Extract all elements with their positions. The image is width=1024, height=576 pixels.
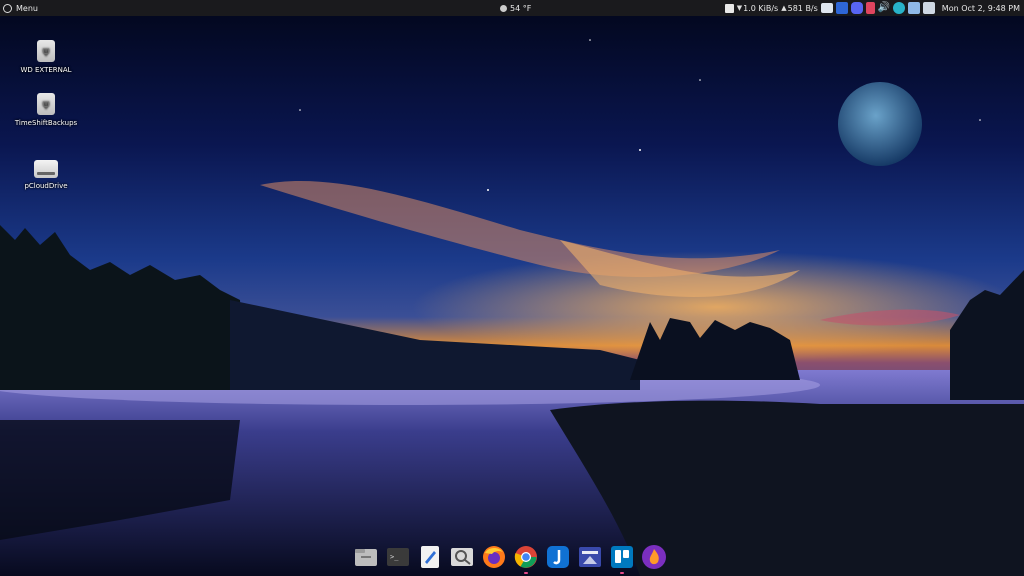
hard-drive-icon bbox=[34, 160, 58, 178]
weather-applet[interactable]: 54 °F bbox=[500, 0, 531, 16]
running-indicator bbox=[524, 572, 528, 574]
usb-drive-icon: ψ bbox=[37, 93, 55, 115]
discord-icon[interactable] bbox=[850, 2, 863, 14]
menu-label: Menu bbox=[16, 3, 38, 13]
network-icon[interactable] bbox=[907, 2, 920, 14]
terminal-icon: >_ bbox=[387, 548, 409, 566]
desktop-icon-wd-external[interactable]: ψ WD EXTERNAL bbox=[6, 40, 86, 74]
wallpaper bbox=[0, 0, 1024, 576]
joplin-icon bbox=[547, 546, 569, 568]
desktop-icon-label: TimeShiftBackups bbox=[14, 119, 78, 127]
desktop[interactable]: Menu 54 °F ▼ 1.0 KiB/s ▲ 581 B/s 🔊 Mon O… bbox=[0, 0, 1024, 576]
dock-files[interactable] bbox=[352, 543, 380, 571]
dock-chrome[interactable] bbox=[512, 543, 540, 574]
dock-trello[interactable] bbox=[608, 543, 636, 574]
text-editor-icon bbox=[421, 546, 439, 568]
dock-text-editor[interactable] bbox=[416, 543, 444, 571]
image-viewer-icon bbox=[451, 548, 473, 566]
weather-icon bbox=[500, 4, 507, 12]
trello-icon bbox=[611, 546, 633, 568]
chrome-icon bbox=[514, 546, 537, 568]
download-arrow-icon: ▼ bbox=[736, 4, 743, 12]
weather-text: 54 °F bbox=[510, 3, 532, 13]
firefox-icon bbox=[483, 546, 505, 568]
menu-button[interactable]: Menu bbox=[0, 0, 38, 16]
usb-drive-icon: ψ bbox=[37, 40, 55, 62]
updates-icon[interactable] bbox=[922, 2, 935, 14]
download-speed-text: 1.0 KiB/s bbox=[743, 3, 779, 13]
top-panel: Menu 54 °F ▼ 1.0 KiB/s ▲ 581 B/s 🔊 Mon O… bbox=[0, 0, 1024, 16]
dock: >_ bbox=[352, 543, 668, 574]
flame-app-icon bbox=[642, 545, 666, 569]
desktop-icon-label: pCloudDrive bbox=[24, 182, 68, 190]
upload-speed-text: 581 B/s bbox=[787, 3, 818, 13]
network-speed-download[interactable]: ▼ 1.0 KiB/s bbox=[737, 4, 778, 13]
volume-icon[interactable]: 🔊 bbox=[878, 2, 890, 14]
files-icon bbox=[355, 549, 377, 566]
scanner-icon bbox=[579, 547, 601, 567]
dock-image-viewer[interactable] bbox=[448, 543, 476, 571]
network-speed-upload[interactable]: ▲ 581 B/s bbox=[781, 4, 818, 13]
running-indicator bbox=[620, 572, 624, 574]
dock-joplin[interactable] bbox=[544, 543, 572, 571]
dock-firefox[interactable] bbox=[480, 543, 508, 571]
flameshot-icon[interactable] bbox=[865, 2, 875, 14]
dock-terminal[interactable]: >_ bbox=[384, 543, 412, 571]
svg-text:>_: >_ bbox=[390, 553, 399, 561]
system-tray: ▼ 1.0 KiB/s ▲ 581 B/s 🔊 Mon Oct 2, 9:48 … bbox=[724, 0, 1024, 16]
desktop-icon-timeshift-backups[interactable]: ψ TimeShiftBackups bbox=[6, 93, 86, 127]
dock-flame-app[interactable] bbox=[640, 543, 668, 571]
clock[interactable]: Mon Oct 2, 9:48 PM bbox=[942, 4, 1020, 13]
image-icon[interactable] bbox=[724, 3, 734, 13]
desktop-icon-label: WD EXTERNAL bbox=[20, 66, 72, 74]
screenshot-icon[interactable] bbox=[820, 3, 833, 13]
desktop-icon-pcloud-drive[interactable]: pCloudDrive bbox=[6, 160, 86, 190]
bitwarden-icon[interactable] bbox=[835, 2, 848, 14]
dock-scanner[interactable] bbox=[576, 543, 604, 571]
menu-logo-icon bbox=[3, 3, 12, 13]
upload-arrow-icon: ▲ bbox=[781, 4, 787, 12]
cloud-check-icon[interactable] bbox=[892, 2, 905, 14]
